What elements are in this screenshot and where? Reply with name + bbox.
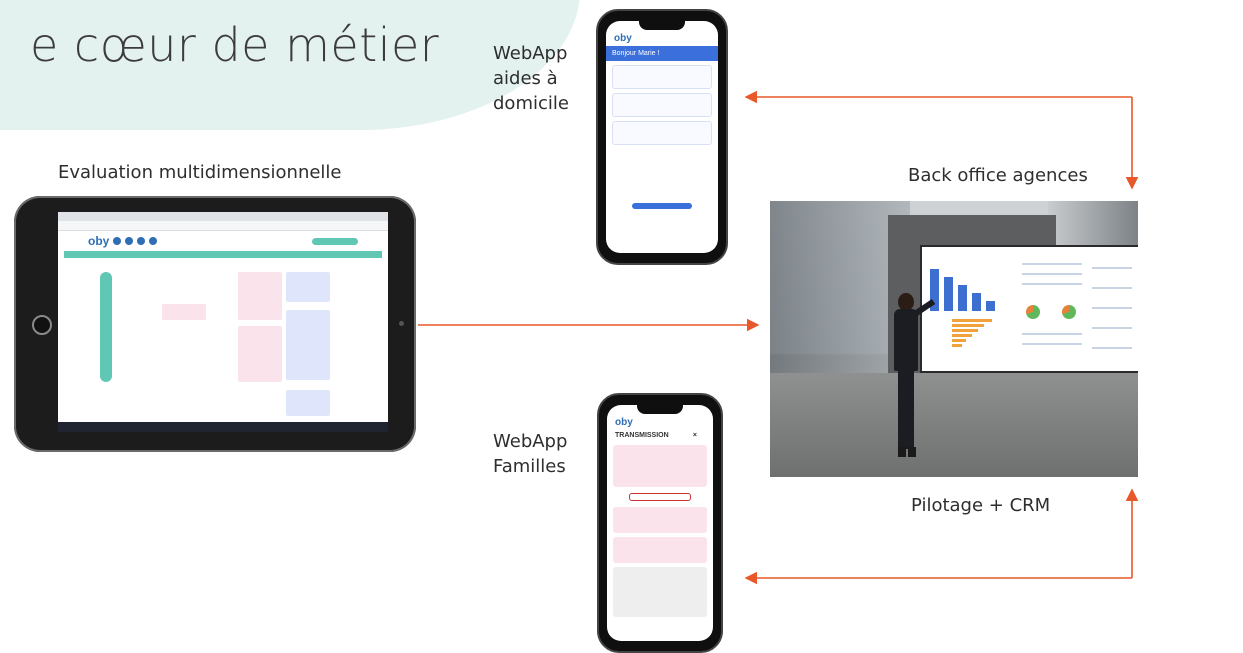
connector-arrows — [418, 90, 1139, 585]
